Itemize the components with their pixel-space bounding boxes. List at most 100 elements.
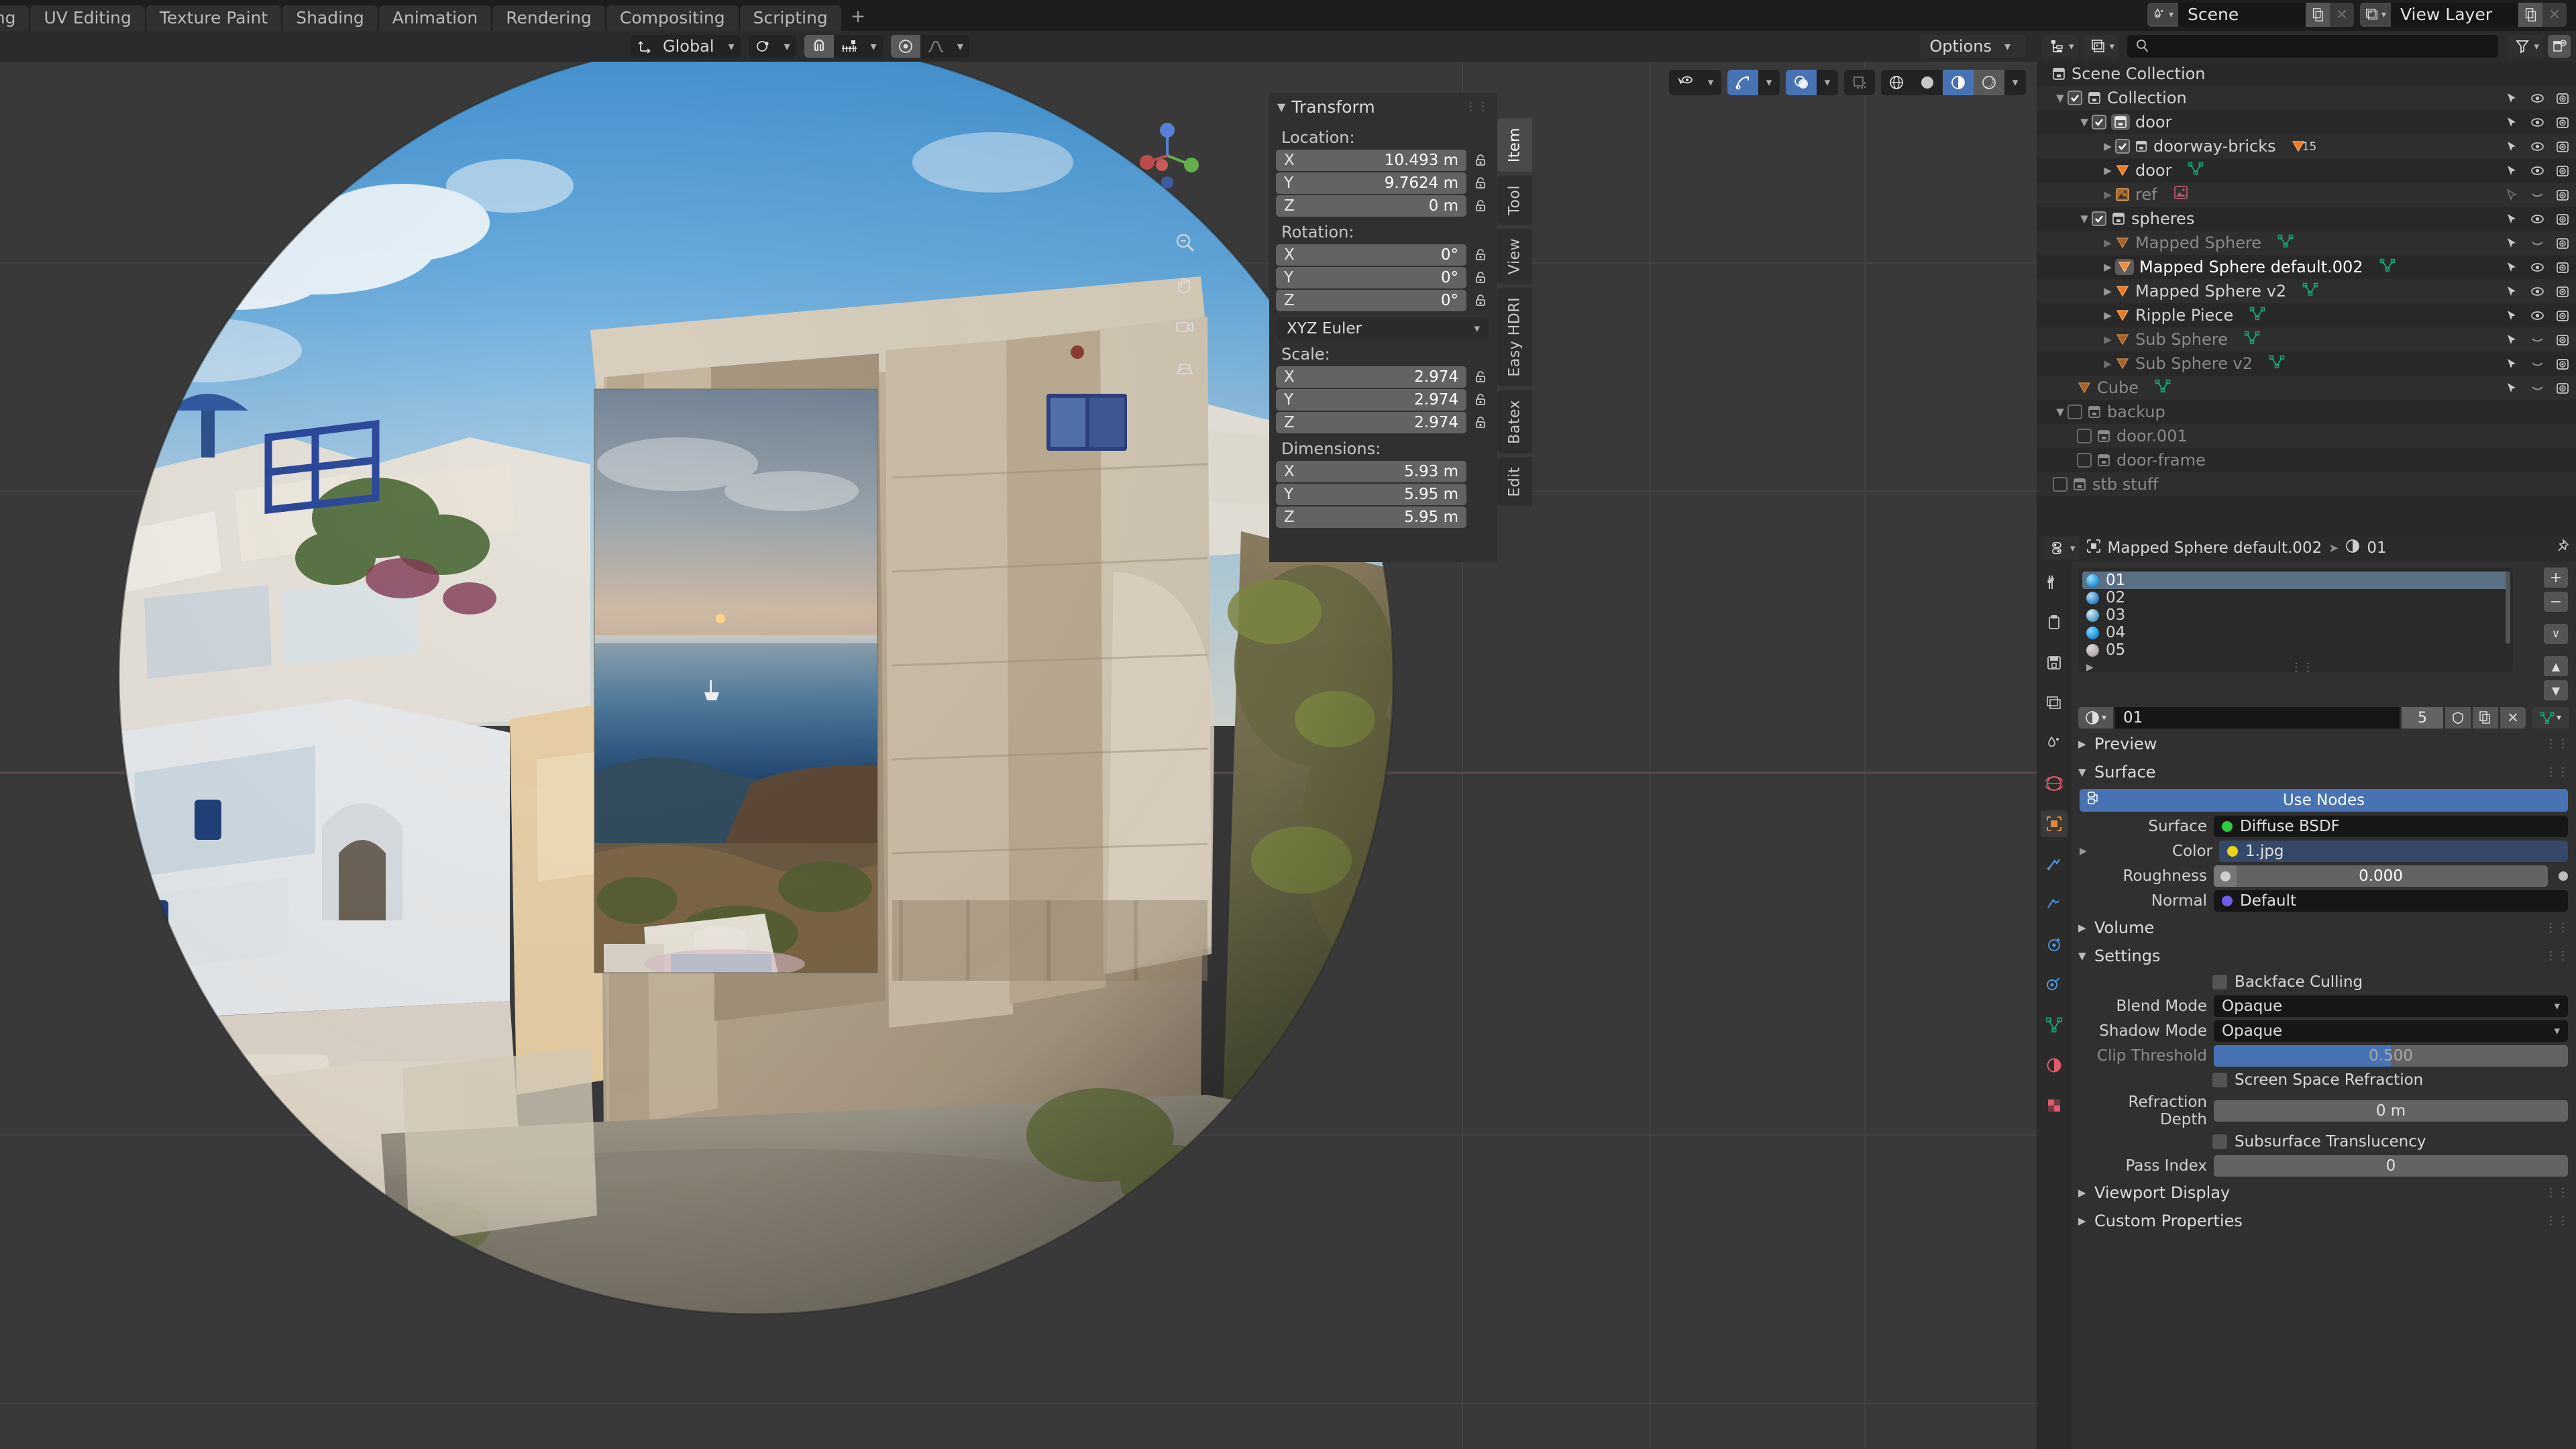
lock-open-icon[interactable] xyxy=(1470,290,1491,311)
workspace-tab-scripting[interactable]: Scripting xyxy=(739,5,841,31)
chevron-down-icon[interactable]: ▾ xyxy=(2004,70,2026,95)
workspace-tab-scripting-left[interactable]: ting xyxy=(0,5,30,31)
xray-group[interactable] xyxy=(1844,70,1875,95)
viewport-options-button[interactable]: Options ▾ xyxy=(1920,35,2026,58)
material-list-scrollbar[interactable] xyxy=(2506,572,2510,644)
cursor-select-icon[interactable] xyxy=(2504,92,2520,105)
outliner-row-toggles[interactable] xyxy=(2496,164,2571,177)
clip-threshold-row[interactable]: Clip Threshold 0.500 xyxy=(2080,1045,2568,1067)
lock-open-icon[interactable] xyxy=(1470,413,1491,433)
cursor-select-icon[interactable] xyxy=(2504,333,2520,346)
eye-closed-icon[interactable] xyxy=(2529,333,2545,346)
volume-panel-header[interactable]: ▶ Volume ⋮⋮ xyxy=(2078,915,2569,941)
chevron-down-icon[interactable]: ▾ xyxy=(778,40,796,54)
pass-index-field[interactable]: 0 xyxy=(2214,1155,2568,1177)
dimensions-row-x[interactable]: X 5.93 m xyxy=(1276,461,1491,482)
cursor-select-icon[interactable] xyxy=(2504,213,2520,225)
cursor-select-icon[interactable] xyxy=(2504,358,2520,370)
outliner-row-mapped-sphere[interactable]: ▶ Mapped Sphere xyxy=(2037,231,2576,255)
disclosure-triangle-down-icon[interactable]: ▼ xyxy=(2077,116,2092,128)
gizmo-group[interactable]: ▾ xyxy=(1727,70,1780,95)
outliner-row-mapped-sphere-v2[interactable]: ▶ Mapped Sphere v2 xyxy=(2037,279,2576,303)
move-slot-up-button[interactable]: ▲ xyxy=(2544,656,2568,676)
disclosure-triangle-right-icon[interactable]: ▶ xyxy=(2100,309,2115,321)
outliner-row-toggles[interactable] xyxy=(2496,358,2571,370)
material-slot-row[interactable]: 04 xyxy=(2082,624,2509,641)
camera-icon[interactable] xyxy=(2555,382,2571,394)
camera-icon[interactable] xyxy=(2555,358,2571,370)
outliner-display-mode[interactable]: ▾ xyxy=(2042,35,2078,58)
add-workspace-button[interactable]: + xyxy=(843,5,874,31)
outliner-row-collection[interactable]: ▼ Collection xyxy=(2037,86,2576,110)
camera-icon[interactable] xyxy=(2555,116,2571,129)
tool-properties-tab[interactable] xyxy=(2041,569,2068,596)
disclosure-triangle-right-icon[interactable]: ▶ xyxy=(2100,261,2115,273)
magnet-icon[interactable] xyxy=(804,35,834,58)
chevron-down-icon[interactable]: ▾ xyxy=(865,40,883,54)
checkbox-unchecked[interactable] xyxy=(2053,477,2068,492)
pass-index-row[interactable]: Pass Index 0 xyxy=(2080,1155,2568,1177)
location-row-z[interactable]: Z 0 m xyxy=(1276,195,1491,217)
disclosure-triangle-down-icon[interactable]: ▼ xyxy=(2077,213,2092,225)
pivot-point-group[interactable]: ▾ xyxy=(748,35,796,58)
outliner-row-sub-sphere[interactable]: ▶ Sub Sphere xyxy=(2037,327,2576,352)
rotation-x-field[interactable]: X 0° xyxy=(1276,244,1466,266)
color-value[interactable]: 1.jpg xyxy=(2219,841,2568,862)
data-properties-tab[interactable] xyxy=(2041,1012,2068,1038)
outliner-row-doorway-bricks[interactable]: ▶ doorway-bricks 15 xyxy=(2037,134,2576,158)
location-x-field[interactable]: X 10.493 m xyxy=(1276,150,1466,171)
lock-open-icon[interactable] xyxy=(1470,268,1491,288)
shadow-mode-row[interactable]: Shadow Mode Opaque ▾ xyxy=(2080,1020,2568,1042)
material-slot-row[interactable]: 01 xyxy=(2082,572,2509,589)
lock-open-icon[interactable] xyxy=(1470,173,1491,193)
npanel-tab-easy-hdri[interactable]: Easy HDRI xyxy=(1497,288,1532,386)
outliner-row-toggles[interactable] xyxy=(2496,92,2571,105)
pan-hand-icon[interactable] xyxy=(1168,268,1201,301)
material-slot-row[interactable]: 02 xyxy=(2082,589,2509,606)
xray-icon[interactable] xyxy=(1844,70,1875,95)
workspace-tab-compositing[interactable]: Compositing xyxy=(606,5,739,31)
lock-open-icon[interactable] xyxy=(1470,390,1491,410)
eye-icon[interactable] xyxy=(2529,116,2545,129)
scene-name-field[interactable]: Scene xyxy=(2178,3,2306,27)
particle-properties-tab[interactable] xyxy=(2041,891,2068,918)
surface-shader-value[interactable]: Diffuse BSDF xyxy=(2214,816,2568,837)
new-material-copy-button[interactable] xyxy=(2473,707,2498,729)
eye-closed-icon[interactable] xyxy=(2529,237,2545,250)
world-properties-tab[interactable] xyxy=(2041,770,2068,797)
preview-panel-header[interactable]: ▶ Preview ⋮⋮ xyxy=(2078,731,2569,757)
disclosure-triangle-right-icon[interactable]: ▶ xyxy=(2100,140,2115,152)
roughness-row[interactable]: Roughness 0.000 xyxy=(2080,865,2568,887)
modifier-properties-tab[interactable] xyxy=(2041,851,2068,877)
lock-open-icon[interactable] xyxy=(1470,367,1491,387)
scale-row-y[interactable]: Y 2.974 xyxy=(1276,389,1491,411)
expand-color-node-icon[interactable]: ▶ xyxy=(2080,846,2090,857)
workspace-tab-texture-paint[interactable]: Texture Paint xyxy=(146,5,282,31)
scene-properties-tab[interactable] xyxy=(2041,730,2068,757)
remove-material-slot-button[interactable]: − xyxy=(2544,592,2568,612)
camera-icon[interactable] xyxy=(2555,189,2571,201)
properties-editor-type[interactable]: ▾ xyxy=(2043,537,2080,559)
output-properties-tab[interactable] xyxy=(2041,649,2068,676)
camera-icon[interactable] xyxy=(2555,237,2571,250)
dimensions-z-field[interactable]: Z 5.95 m xyxy=(1276,506,1466,528)
eye-icon[interactable] xyxy=(2529,164,2545,177)
outliner-editor[interactable]: ▾ ▾ ▾ Scene Collection ▼ Collection ▼ do… xyxy=(2037,31,2576,534)
proportional-editing-group[interactable]: ▾ xyxy=(890,35,969,58)
workspace-tab-rendering[interactable]: Rendering xyxy=(492,5,605,31)
subsurface-translucency-checkbox[interactable] xyxy=(2212,1134,2227,1149)
new-view-layer-button[interactable] xyxy=(2518,3,2542,27)
roughness-slider[interactable]: 0.000 xyxy=(2214,865,2548,887)
cursor-select-icon[interactable] xyxy=(2504,261,2520,274)
outliner-row-toggles[interactable] xyxy=(2496,188,2571,201)
outliner-row-door-frame[interactable]: door-frame xyxy=(2037,448,2576,472)
outliner-row-spheres-collection[interactable]: ▼ spheres xyxy=(2037,207,2576,231)
eye-icon[interactable] xyxy=(2529,213,2545,225)
subsurface-translucency-row[interactable]: Subsurface Translucency xyxy=(2212,1133,2568,1150)
disclosure-triangle-right-icon[interactable]: ▶ xyxy=(2100,333,2115,345)
rotation-mode-dropdown[interactable]: XYZ Euler ▾ xyxy=(1277,317,1489,340)
lock-open-icon[interactable] xyxy=(1470,196,1491,216)
breadcrumb-object-name[interactable]: Mapped Sphere default.002 xyxy=(2108,539,2322,557)
material-specials-menu-button[interactable]: ∨ xyxy=(2544,624,2568,644)
overlays-group[interactable]: ▾ xyxy=(1786,70,1838,95)
